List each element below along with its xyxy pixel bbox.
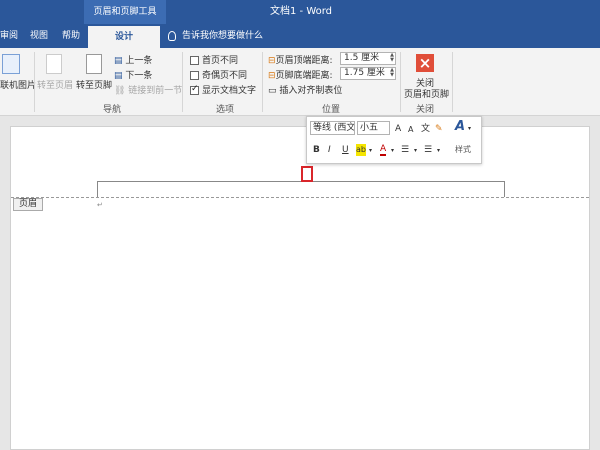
document-title: 文档1 - Word — [270, 6, 333, 17]
ribbon: 联机图片 转至页眉 转至页脚 ▤ 上一条 ▤ 下一条 ⛓ 链接到前一节 导航 首… — [0, 48, 600, 116]
goto-header-button[interactable]: 转至页眉 — [37, 78, 73, 91]
online-pictures-button[interactable]: 联机图片 — [0, 78, 36, 91]
font-size-value: 小五 — [360, 123, 379, 133]
different-odd-even-option[interactable]: 奇偶页不同 — [190, 68, 247, 81]
lightbulb-icon — [168, 30, 176, 41]
document-page[interactable]: 页眉 ↵ — [10, 126, 590, 450]
close-header-footer-label-2[interactable]: 页眉和页脚 — [404, 87, 449, 100]
position-group-label: 位置 — [322, 105, 341, 115]
previous-button[interactable]: ▤ 上一条 — [114, 53, 152, 66]
group-separator — [262, 52, 263, 112]
checkbox[interactable] — [190, 56, 199, 65]
bold-button[interactable]: B — [313, 144, 320, 156]
link-icon: ⛓ — [114, 86, 129, 96]
spinner-arrows-icon[interactable]: ▲ ▼ — [390, 68, 394, 78]
styles-label[interactable]: 样式 — [455, 144, 471, 156]
tell-me-search[interactable]: 告诉我你想要做什么 — [168, 24, 263, 48]
ribbon-tabs: 审阅 视图 帮助 设计 告诉我你想要做什么 — [0, 24, 600, 48]
different-first-page-option[interactable]: 首页不同 — [190, 53, 238, 66]
header-top-distance-input[interactable]: 1.5 厘米 ▲ ▼ — [340, 52, 396, 65]
group-separator — [400, 52, 401, 112]
show-document-text-option[interactable]: 显示文档文字 — [190, 83, 256, 96]
group-separator — [452, 52, 453, 112]
nav-group-label: 导航 — [103, 105, 122, 115]
highlight-color-button[interactable]: ab — [356, 144, 366, 156]
next-label: 下一条 — [125, 71, 153, 81]
previous-label: 上一条 — [125, 56, 153, 66]
tab-design[interactable]: 设计 — [88, 26, 160, 48]
close-header-footer-icon[interactable]: × — [416, 54, 434, 72]
different-odd-even-label: 奇偶页不同 — [202, 71, 248, 81]
numbering-dropdown-icon[interactable]: ▾ — [437, 145, 440, 157]
online-pictures-icon — [2, 54, 20, 74]
styles-icon[interactable]: A — [455, 120, 465, 133]
next-icon: ▤ — [114, 71, 126, 81]
font-color-button[interactable]: A — [380, 144, 387, 156]
header-tag: 页眉 — [13, 198, 43, 211]
header-area[interactable] — [97, 181, 505, 197]
footer-bottom-distance-input[interactable]: 1.75 厘米 ▲ ▼ — [340, 67, 396, 80]
checkbox[interactable] — [190, 71, 199, 80]
goto-footer-icon — [86, 54, 102, 74]
different-first-page-label: 首页不同 — [202, 56, 239, 66]
goto-footer-button[interactable]: 转至页脚 — [76, 78, 112, 91]
title-bar: 页眉和页脚工具 文档1 - Word — [0, 0, 600, 24]
bullets-dropdown-icon[interactable]: ▾ — [414, 145, 417, 157]
show-document-text-label: 显示文档文字 — [202, 86, 257, 96]
close-group-label: 关闭 — [416, 105, 435, 115]
link-previous-button[interactable]: ⛓ 链接到前一节 — [114, 83, 182, 96]
highlight-dropdown-icon[interactable]: ▾ — [369, 145, 372, 157]
format-painter-icon[interactable]: ✎ — [435, 123, 443, 135]
header-position-icon: ⊟ — [268, 56, 276, 66]
options-group-label: 选项 — [216, 105, 235, 115]
next-button[interactable]: ▤ 下一条 — [114, 68, 152, 81]
font-size-dropdown[interactable]: 小五 — [357, 121, 390, 135]
tab-review[interactable]: 审阅 — [0, 24, 18, 48]
mini-toolbar: 等线 (西文 小五 A A 文 ✎ A ▾ B I U ab ▾ A ▾ ☰ ▾… — [306, 116, 482, 164]
header-top-value: 1.5 厘米 — [344, 53, 380, 63]
paragraph-mark: ↵ — [97, 201, 103, 209]
cursor-highlight-box — [301, 166, 313, 182]
font-color-dropdown-icon[interactable]: ▾ — [391, 145, 394, 157]
insert-alignment-tab-button[interactable]: ▭ 插入对齐制表位 — [268, 83, 342, 96]
header-top-label-text: 页眉顶端距离: — [275, 56, 333, 66]
underline-button[interactable]: U — [342, 144, 349, 156]
insert-alignment-tab-label: 插入对齐制表位 — [279, 86, 343, 96]
footer-bottom-distance-label: ⊟页脚底端距离: — [268, 68, 333, 81]
italic-button[interactable]: I — [328, 144, 331, 156]
numbering-icon[interactable]: ☰ — [424, 144, 432, 156]
footer-position-icon: ⊟ — [268, 71, 276, 81]
tell-me-text: 告诉我你想要做什么 — [182, 31, 264, 41]
footer-bottom-label-text: 页脚底端距离: — [275, 71, 333, 81]
header-boundary-line — [11, 197, 589, 198]
group-separator — [34, 52, 35, 112]
link-previous-label: 链接到前一节 — [128, 86, 183, 96]
font-name-dropdown[interactable]: 等线 (西文 — [310, 121, 355, 135]
footer-bottom-value: 1.75 厘米 — [344, 68, 385, 78]
grow-font-button[interactable]: A — [395, 123, 401, 135]
alignment-tab-icon: ▭ — [268, 86, 280, 96]
group-separator — [182, 52, 183, 112]
tab-view[interactable]: 视图 — [30, 24, 48, 48]
spinner-arrows-icon[interactable]: ▲ ▼ — [390, 53, 394, 63]
font-name-value: 等线 (西文 — [313, 123, 355, 133]
previous-icon: ▤ — [114, 56, 126, 66]
context-tab-label: 页眉和页脚工具 — [84, 0, 166, 24]
bullets-icon[interactable]: ☰ — [401, 144, 409, 156]
styles-dropdown-icon[interactable]: ▾ — [468, 123, 471, 135]
pinyin-guide-button[interactable]: 文 — [421, 123, 430, 135]
shrink-font-button[interactable]: A — [408, 124, 413, 136]
checkbox[interactable] — [190, 84, 199, 95]
goto-header-icon — [46, 54, 62, 74]
header-top-distance-label: ⊟页眉顶端距离: — [268, 53, 333, 66]
tab-help[interactable]: 帮助 — [62, 24, 80, 48]
